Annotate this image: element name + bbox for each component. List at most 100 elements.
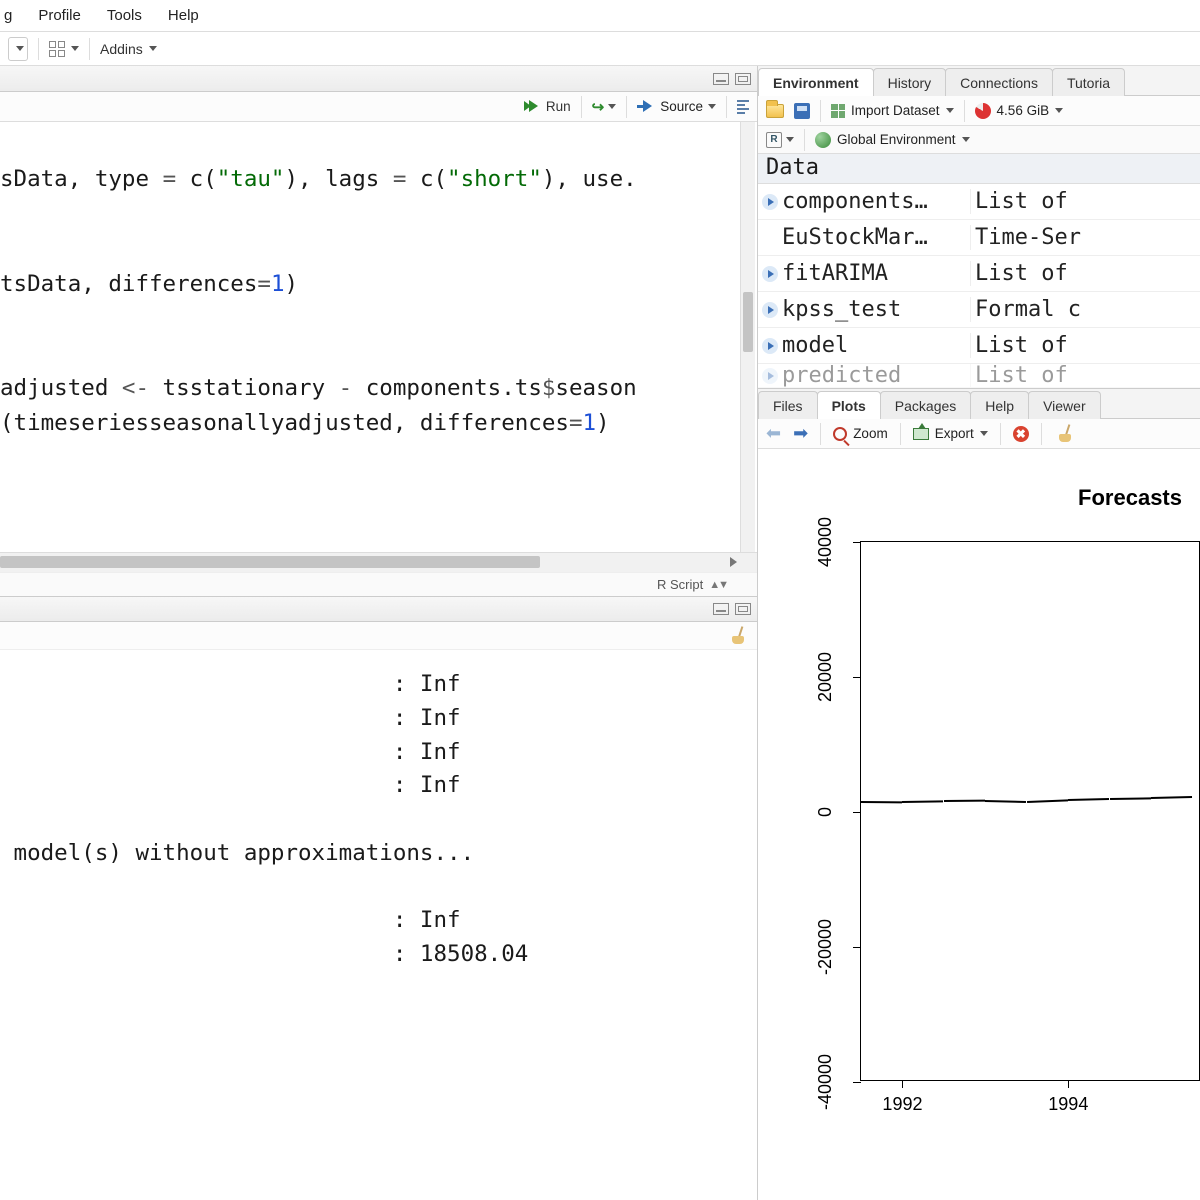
y-tick-label: -40000 (815, 1048, 836, 1116)
minimize-pane-button[interactable] (713, 73, 729, 85)
next-plot-button[interactable]: ➡ (793, 423, 808, 444)
vertical-scrollbar[interactable] (740, 122, 755, 552)
addins-label: Addins (100, 41, 143, 57)
zoom-label: Zoom (853, 426, 888, 441)
grid-icon (49, 41, 65, 57)
tab-history[interactable]: History (873, 68, 947, 96)
updown-icon[interactable]: ▲▼ (709, 579, 727, 591)
env-table: components… List of EuStockMar… Time-Ser… (758, 184, 1200, 388)
menu-item-partial[interactable]: g (0, 3, 16, 28)
minimize-pane-button[interactable] (713, 603, 729, 615)
env-scope-label: Global Environment (837, 132, 956, 147)
menu-item-tools[interactable]: Tools (103, 3, 146, 28)
console-output[interactable]: : Inf : Inf : Inf : Inf model(s) without… (0, 650, 757, 1200)
expand-icon[interactable] (762, 194, 778, 210)
expand-icon[interactable] (762, 368, 778, 384)
scroll-right-arrow-icon[interactable] (730, 557, 737, 567)
zoom-button[interactable]: Zoom (833, 426, 888, 441)
left-column: Run ↪ Source sData, type = c("tau"), lag… (0, 66, 758, 1200)
addins-button[interactable]: Addins (100, 41, 157, 57)
r-icon: R (766, 132, 782, 148)
rerun-button[interactable]: ↪ (592, 98, 617, 116)
source-pane-titlebar (0, 66, 757, 92)
run-button[interactable]: Run (524, 99, 571, 114)
console-toolbar (0, 622, 757, 650)
caret-down-icon (786, 137, 794, 142)
plots-toolbar: ⬅ ➡ Zoom Export ✖ (758, 419, 1200, 449)
memory-label: 4.56 GiB (997, 103, 1050, 118)
prev-plot-button[interactable]: ⬅ (766, 423, 781, 444)
x-tick (902, 1080, 903, 1088)
save-workspace-button[interactable] (794, 103, 810, 119)
main-toolbar: Addins (0, 32, 1200, 66)
clear-console-button[interactable] (727, 626, 747, 646)
scrollbar-thumb[interactable] (0, 556, 540, 568)
console-line: : 18508.04 (0, 941, 528, 967)
x-tick-label: 1994 (1048, 1094, 1088, 1115)
y-tick-label: 40000 (815, 508, 836, 576)
memory-indicator[interactable]: 4.56 GiB (975, 103, 1064, 119)
console-line: : Inf (0, 907, 461, 933)
menu-item-profile[interactable]: Profile (34, 3, 85, 28)
expand-icon[interactable] (762, 302, 778, 318)
env-row[interactable]: EuStockMar… Time-Ser (758, 220, 1200, 256)
caret-down-icon (149, 46, 157, 51)
code-editor[interactable]: sData, type = c("tau"), lags = c("short"… (0, 122, 757, 552)
env-row[interactable]: predicted List of (758, 364, 1200, 388)
tab-tutorial[interactable]: Tutoria (1052, 68, 1125, 96)
project-dropdown[interactable] (8, 37, 28, 61)
source-button[interactable]: Source (637, 99, 716, 114)
env-var-name: EuStockMar… (782, 225, 970, 250)
tab-viewer[interactable]: Viewer (1028, 391, 1101, 419)
tab-environment[interactable]: Environment (758, 68, 874, 96)
outline-button[interactable] (737, 100, 749, 114)
panes-layout-button[interactable] (49, 41, 79, 57)
env-var-value: List of (970, 333, 1200, 358)
source-toolbar: Run ↪ Source (0, 92, 757, 122)
tab-connections[interactable]: Connections (945, 68, 1053, 96)
maximize-pane-button[interactable] (735, 603, 751, 615)
menu-item-help[interactable]: Help (164, 3, 203, 28)
load-workspace-button[interactable] (766, 104, 784, 118)
r-engine-select[interactable]: R (766, 132, 794, 148)
env-row[interactable]: components… List of (758, 184, 1200, 220)
console-line: : Inf (0, 671, 461, 697)
maximize-pane-button[interactable] (735, 73, 751, 85)
env-row[interactable]: model List of (758, 328, 1200, 364)
x-tick-label: 1992 (882, 1094, 922, 1115)
caret-down-icon (1055, 108, 1063, 113)
env-toolbar: Import Dataset 4.56 GiB (758, 96, 1200, 126)
remove-plot-button[interactable]: ✖ (1013, 426, 1029, 442)
separator (820, 100, 821, 122)
env-var-value: List of (970, 363, 1200, 388)
import-dataset-button[interactable]: Import Dataset (831, 103, 954, 118)
source-arrow-icon (643, 100, 652, 112)
rerun-icon: ↪ (592, 98, 605, 116)
tab-plots[interactable]: Plots (817, 391, 881, 419)
tab-help[interactable]: Help (970, 391, 1029, 419)
y-tick (853, 812, 861, 813)
horizontal-scrollbar[interactable] (0, 552, 757, 572)
export-button[interactable]: Export (913, 426, 988, 441)
clear-plots-button[interactable] (1054, 424, 1074, 444)
globe-icon (815, 132, 831, 148)
plot-title: Forecasts (1078, 485, 1182, 511)
env-row[interactable]: kpss_test Formal c (758, 292, 1200, 328)
env-var-value: Time-Ser (970, 225, 1200, 250)
source-status-bar: R Script ▲▼ (0, 572, 757, 596)
export-label: Export (935, 426, 974, 441)
expand-icon[interactable] (762, 266, 778, 282)
separator (964, 100, 965, 122)
env-var-name: model (782, 333, 970, 358)
scrollbar-thumb[interactable] (743, 292, 753, 352)
y-tick-label: 0 (815, 778, 836, 846)
env-row[interactable]: fitARIMA List of (758, 256, 1200, 292)
tab-packages[interactable]: Packages (880, 391, 971, 419)
env-scope-select[interactable]: Global Environment (815, 132, 970, 148)
tab-files[interactable]: Files (758, 391, 818, 419)
plots-pane: Files Plots Packages Help Viewer ⬅ ➡ Zoo… (758, 388, 1200, 1200)
env-var-name: components… (782, 189, 970, 214)
expand-icon[interactable] (762, 338, 778, 354)
separator (820, 423, 821, 445)
code-line: tsData, differences=1) (0, 271, 298, 297)
